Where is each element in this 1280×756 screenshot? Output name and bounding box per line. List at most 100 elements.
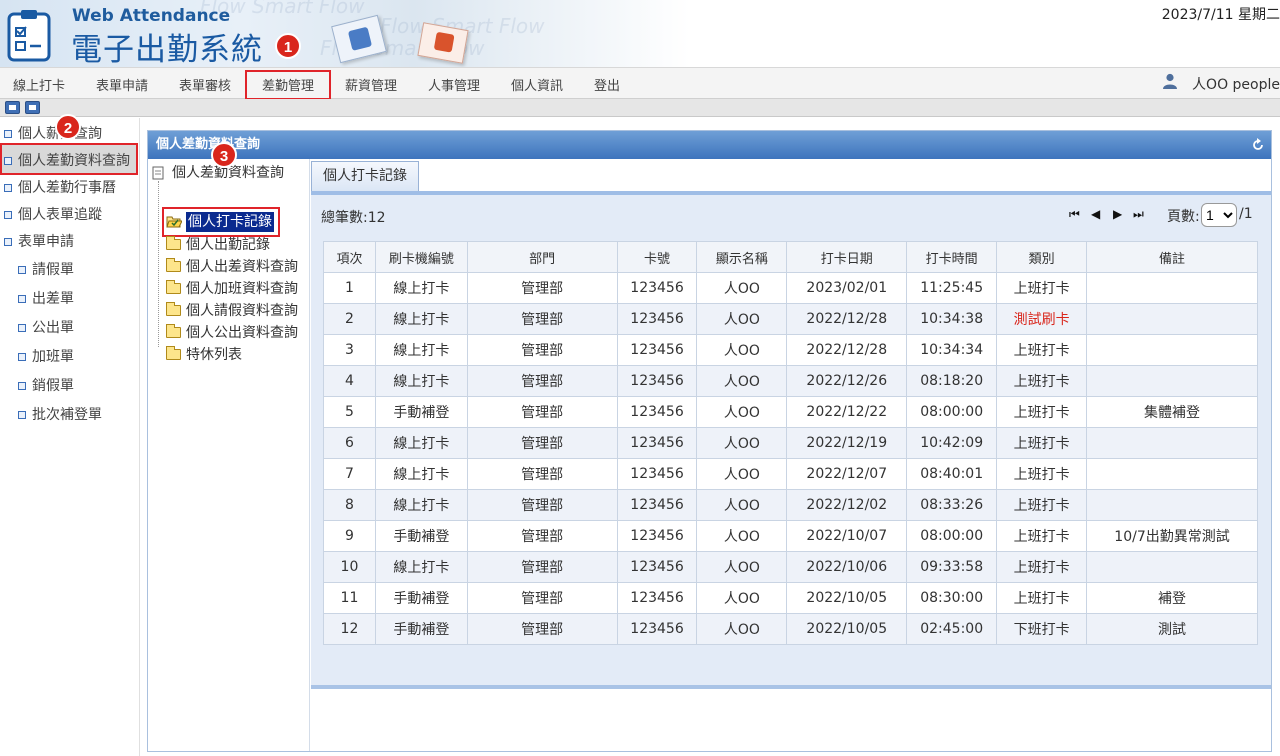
table-cell: 手動補登 — [374, 582, 468, 614]
nav-item-online-punch[interactable]: 線上打卡 — [13, 75, 65, 94]
table-cell: 人OO — [696, 365, 788, 397]
app-header: Flow Smart Flow Flow Smart Flow Flow Sma… — [0, 0, 1280, 68]
table-cell: 管理部 — [466, 520, 618, 552]
table-cell: 02:45:00 — [906, 613, 998, 645]
table-row[interactable]: 5 手動補登 管理部 123456 人OO 2022/12/22 08:00:00 上班打卡集… — [323, 396, 1258, 428]
square-bullet-icon — [18, 324, 26, 332]
table-row[interactable]: 7 線上打卡 管理部 123456 人OO 2022/12/07 08:40:01 上班打卡 — [323, 458, 1258, 490]
step-badge-2: 2 — [55, 114, 81, 140]
table-row[interactable]: 1 線上打卡 管理部 123456 人OO 2023/02/01 11:25:45 上班打卡 — [323, 272, 1258, 304]
tab-punch-record[interactable]: 個人打卡記錄 — [311, 161, 419, 191]
app-root: { "header": { "logo_en": "Web Attendance… — [0, 0, 1280, 756]
main-panel: 個人差勤資料查詢 個人差勤資料查詢 個人打卡記錄 個人出勤記錄 個人出差資料查詢 — [147, 130, 1272, 752]
table-cell: 2022/12/28 — [786, 303, 908, 335]
table-row[interactable]: 6 線上打卡 管理部 123456 人OO 2022/12/19 10:42:09 上班打卡 — [323, 427, 1258, 459]
folder-icon — [166, 236, 181, 250]
nav-item-form-review[interactable]: 表單審核 — [179, 75, 231, 94]
expand-icon[interactable] — [25, 101, 40, 114]
panel-title: 個人差勤資料查詢 — [148, 131, 1271, 159]
table-cell: 線上打卡 — [374, 458, 468, 490]
first-page-icon[interactable]: ⏮ — [1069, 207, 1080, 222]
table-cell: 123456 — [616, 613, 698, 645]
square-bullet-icon — [18, 411, 26, 419]
table-row[interactable]: 9 手動補登 管理部 123456 人OO 2022/10/07 08:00:00 上班打卡 1… — [323, 520, 1258, 552]
last-page-icon[interactable]: ⏭ — [1133, 207, 1144, 222]
table-cell: 上班打卡 — [996, 582, 1088, 614]
table-cell: 08:00:00 — [906, 396, 998, 428]
table-cell: 2023/02/01 — [786, 272, 908, 304]
table-cell: 上班打卡 — [996, 396, 1088, 428]
table-cell — [1086, 303, 1258, 335]
current-user-name[interactable]: 人OO people — [1192, 74, 1280, 94]
punch-record-table: 項次 刷卡機編號 部門 卡號 顯示名稱 打卡日期 打卡時間 類別 備註 1 線上打卡 管理部 1234… — [323, 241, 1258, 645]
square-bullet-icon — [4, 157, 12, 165]
prev-page-icon[interactable]: ◀ — [1091, 207, 1100, 221]
page-select[interactable]: 1 — [1201, 203, 1237, 227]
table-cell: 補登 — [1086, 582, 1258, 614]
nav-item-form-apply[interactable]: 表單申請 — [96, 75, 148, 94]
table-cell: 9 — [323, 520, 376, 552]
table-cell: 人OO — [696, 458, 788, 490]
refresh-icon[interactable] — [1251, 138, 1265, 152]
next-page-icon[interactable]: ▶ — [1113, 207, 1122, 221]
column-header[interactable]: 刷卡機編號 — [374, 241, 468, 273]
folder-icon — [166, 258, 181, 272]
table-row[interactable]: 4 線上打卡 管理部 123456 人OO 2022/12/26 08:18:20 上班打卡 — [323, 365, 1258, 397]
table-cell: 1 — [323, 272, 376, 304]
nav-item-logout[interactable]: 登出 — [594, 75, 620, 94]
table-cell: 08:18:20 — [906, 365, 998, 397]
table-body: 1 線上打卡 管理部 123456 人OO 2023/02/01 11:25:45 上班打卡 2… — [323, 272, 1258, 645]
column-header[interactable]: 項次 — [323, 241, 376, 273]
table-cell: 12 — [323, 613, 376, 645]
column-header[interactable]: 類別 — [996, 241, 1088, 273]
table-cell: 123456 — [616, 551, 698, 583]
nav-highlight-box — [245, 70, 331, 100]
table-cell: 線上打卡 — [374, 489, 468, 521]
table-cell: 2 — [323, 303, 376, 335]
table-cell: 123456 — [616, 303, 698, 335]
square-bullet-icon — [18, 353, 26, 361]
table-cell: 10:34:34 — [906, 334, 998, 366]
folder-icon — [166, 346, 181, 360]
table-row[interactable]: 3 線上打卡 管理部 123456 人OO 2022/12/28 10:34:34 上班打卡 — [323, 334, 1258, 366]
folder-icon — [166, 302, 181, 316]
table-cell: 人OO — [696, 613, 788, 645]
table-cell: 人OO — [696, 334, 788, 366]
document-icon — [152, 166, 164, 180]
table-cell: 線上打卡 — [374, 334, 468, 366]
table-row[interactable]: 11 手動補登 管理部 123456 人OO 2022/10/05 08:30:00 上班打卡… — [323, 582, 1258, 614]
table-row[interactable]: 10 線上打卡 管理部 123456 人OO 2022/10/06 09:33:58 上班打卡 — [323, 551, 1258, 583]
nav-item-personal-info[interactable]: 個人資訊 — [511, 75, 563, 94]
top-nav: 線上打卡 表單申請 表單審核 差勤管理 薪資管理 人事管理 個人資訊 登出 人O… — [0, 67, 1280, 100]
table-cell: 10/7出勤異常測試 — [1086, 520, 1258, 552]
table-cell — [1086, 272, 1258, 304]
column-header[interactable]: 備註 — [1086, 241, 1258, 273]
table-cell: 上班打卡 — [996, 458, 1088, 490]
table-cell: 下班打卡 — [996, 613, 1088, 645]
table-cell: 管理部 — [466, 582, 618, 614]
table-row[interactable]: 2 線上打卡 管理部 123456 人OO 2022/12/28 10:34:38 測試刷卡 — [323, 303, 1258, 335]
nav-item-payroll-management[interactable]: 薪資管理 — [345, 75, 397, 94]
table-cell: 7 — [323, 458, 376, 490]
table-cell: 上班打卡 — [996, 334, 1088, 366]
table-cell: 線上打卡 — [374, 427, 468, 459]
table-row[interactable]: 12 手動補登 管理部 123456 人OO 2022/10/05 02:45:00 下班打卡… — [323, 613, 1258, 645]
toolbar — [0, 99, 1280, 117]
user-icon — [1163, 73, 1177, 89]
page-label: 頁數: — [1167, 209, 1200, 225]
table-cell: 管理部 — [466, 489, 618, 521]
column-header[interactable]: 部門 — [466, 241, 618, 273]
column-header[interactable]: 打卡日期 — [786, 241, 908, 273]
column-header[interactable]: 卡號 — [616, 241, 698, 273]
column-header[interactable]: 顯示名稱 — [696, 241, 788, 273]
column-header[interactable]: 打卡時間 — [906, 241, 998, 273]
table-cell: 123456 — [616, 427, 698, 459]
table-cell: 管理部 — [466, 551, 618, 583]
collapse-icon[interactable] — [5, 101, 20, 114]
table-cell: 管理部 — [466, 272, 618, 304]
table-cell: 08:30:00 — [906, 582, 998, 614]
open-folder-icon — [166, 216, 182, 228]
table-row[interactable]: 8 線上打卡 管理部 123456 人OO 2022/12/02 08:33:26 上班打卡 — [323, 489, 1258, 521]
square-bullet-icon — [4, 184, 12, 192]
nav-item-hr-management[interactable]: 人事管理 — [428, 75, 480, 94]
